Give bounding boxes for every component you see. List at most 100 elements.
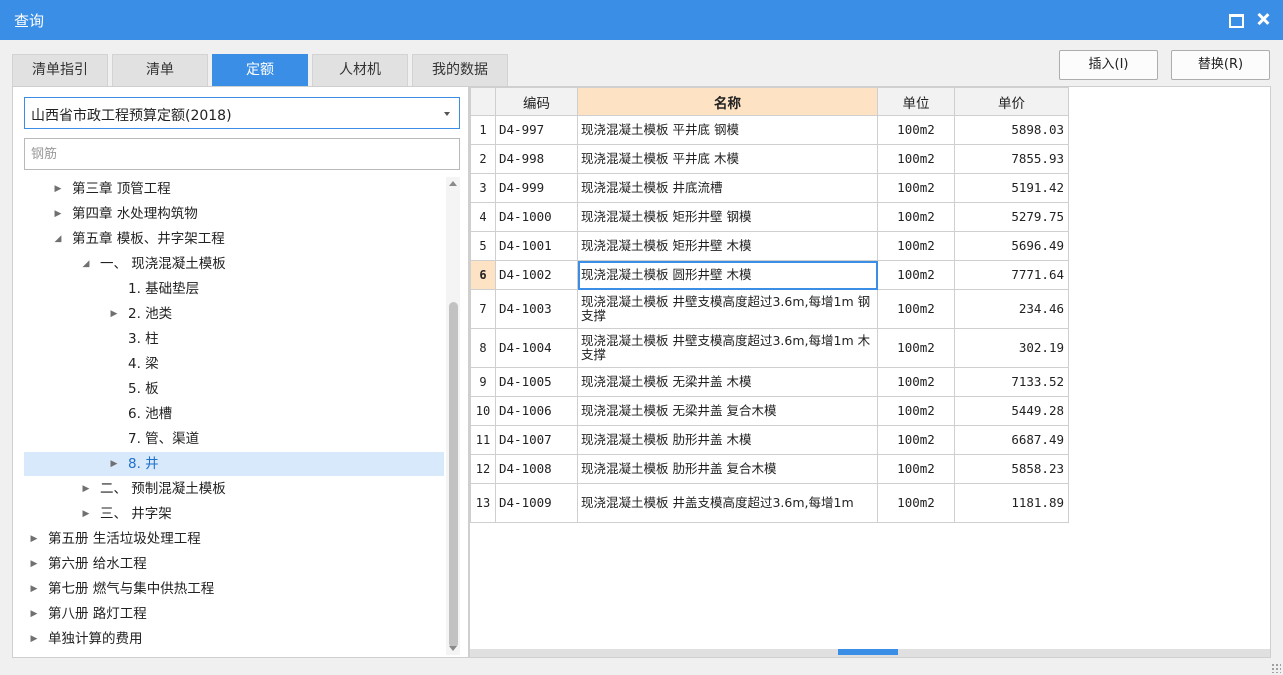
tree-collapsed-icon[interactable]: ▶ (28, 627, 40, 651)
cell-code[interactable]: D4-1008 (495, 454, 578, 484)
table-row[interactable]: 1 D4-997 现浇混凝土模板 平井底 钢模 100m2 5898.03 (470, 115, 1069, 145)
cell-name[interactable]: 现浇混凝土模板 平井底 钢模 (577, 115, 878, 145)
column-header-name[interactable]: 名称 (577, 87, 878, 116)
cell-price[interactable]: 5449.28 (954, 396, 1069, 426)
row-index[interactable]: 9 (470, 367, 496, 397)
horizontal-scrollbar[interactable] (470, 649, 1270, 657)
tree-collapsed-icon[interactable]: ▶ (80, 477, 92, 501)
cell-price[interactable]: 5279.75 (954, 202, 1069, 232)
table-row[interactable]: 5 D4-1001 现浇混凝土模板 矩形井壁 木模 100m2 5696.49 (470, 231, 1069, 261)
cell-unit[interactable]: 100m2 (877, 202, 955, 232)
row-index[interactable]: 13 (470, 483, 496, 523)
cell-unit[interactable]: 100m2 (877, 328, 955, 368)
row-index[interactable]: 1 (470, 115, 496, 145)
cell-unit[interactable]: 100m2 (877, 260, 955, 290)
tree-collapsed-icon[interactable]: ▶ (80, 502, 92, 526)
cell-price[interactable]: 5191.42 (954, 173, 1069, 203)
tree-collapsed-icon[interactable]: ▶ (52, 202, 64, 226)
cell-unit[interactable]: 100m2 (877, 289, 955, 329)
tree-node[interactable]: ◢ 第五章 模板、井字架工程 (24, 227, 444, 251)
cell-name[interactable]: 现浇混凝土模板 圆形井壁 木模 (577, 260, 878, 290)
insert-button[interactable]: 插入(I) (1059, 50, 1158, 80)
search-input[interactable] (24, 138, 460, 170)
tree-collapsed-icon[interactable]: ▶ (108, 302, 120, 326)
cell-code[interactable]: D4-1007 (495, 425, 578, 455)
column-header-unit[interactable]: 单位 (877, 87, 955, 116)
scroll-thumb[interactable] (449, 302, 458, 648)
cell-name[interactable]: 现浇混凝土模板 井壁支模高度超过3.6m,每增1m 钢支撑 (577, 289, 878, 329)
cell-name[interactable]: 现浇混凝土模板 井盖支模高度超过3.6m,每增1m (577, 483, 878, 523)
row-index[interactable]: 2 (470, 144, 496, 174)
cell-name[interactable]: 现浇混凝土模板 平井底 木模 (577, 144, 878, 174)
tab-labor-material-machine[interactable]: 人材机 (312, 54, 408, 86)
cell-unit[interactable]: 100m2 (877, 425, 955, 455)
row-index[interactable]: 10 (470, 396, 496, 426)
cell-price[interactable]: 7771.64 (954, 260, 1069, 290)
close-icon[interactable] (1254, 10, 1272, 28)
cell-code[interactable]: D4-1000 (495, 202, 578, 232)
row-index[interactable]: 8 (470, 328, 496, 368)
row-index[interactable]: 6 (470, 260, 496, 290)
tree-scrollbar[interactable] (446, 177, 460, 655)
column-header-price[interactable]: 单价 (954, 87, 1069, 116)
cell-unit[interactable]: 100m2 (877, 231, 955, 261)
table-row[interactable]: 2 D4-998 现浇混凝土模板 平井底 木模 100m2 7855.93 (470, 144, 1069, 174)
tree-node[interactable]: ▶ 8. 井 (24, 452, 444, 476)
table-row[interactable]: 6 D4-1002 现浇混凝土模板 圆形井壁 木模 100m2 7771.64 (470, 260, 1069, 290)
scroll-up-icon[interactable] (449, 181, 457, 186)
cell-code[interactable]: D4-1006 (495, 396, 578, 426)
tree-node[interactable]: ▶ 第三章 顶管工程 (24, 177, 444, 201)
tree-node[interactable]: ▶ 二、 预制混凝土模板 (24, 477, 444, 501)
tree-node[interactable]: ▶ 单独计算的费用 (24, 627, 444, 651)
cell-name[interactable]: 现浇混凝土模板 矩形井壁 木模 (577, 231, 878, 261)
tree-collapsed-icon[interactable]: ▶ (28, 552, 40, 576)
cell-code[interactable]: D4-1009 (495, 483, 578, 523)
maximize-icon[interactable] (1226, 10, 1244, 28)
tab-list-guide[interactable]: 清单指引 (12, 54, 108, 86)
row-index[interactable]: 5 (470, 231, 496, 261)
tree-node[interactable]: 3. 柱 (24, 327, 444, 351)
cell-price[interactable]: 234.46 (954, 289, 1069, 329)
table-row[interactable]: 10 D4-1006 现浇混凝土模板 无梁井盖 复合木模 100m2 5449.28 (470, 396, 1069, 426)
cell-unit[interactable]: 100m2 (877, 454, 955, 484)
cell-price[interactable]: 6687.49 (954, 425, 1069, 455)
tree-node[interactable]: ▶ 第四章 水处理构筑物 (24, 202, 444, 226)
cell-unit[interactable]: 100m2 (877, 367, 955, 397)
tree-collapsed-icon[interactable]: ▶ (108, 452, 120, 476)
cell-code[interactable]: D4-1003 (495, 289, 578, 329)
tree-node[interactable]: 5. 板 (24, 377, 444, 401)
tree-expanded-icon[interactable]: ◢ (52, 227, 64, 251)
cell-name[interactable]: 现浇混凝土模板 无梁井盖 复合木模 (577, 396, 878, 426)
cell-unit[interactable]: 100m2 (877, 173, 955, 203)
row-index[interactable]: 4 (470, 202, 496, 232)
tree-node[interactable]: ▶ 三、 井字架 (24, 502, 444, 526)
cell-code[interactable]: D4-998 (495, 144, 578, 174)
cell-name[interactable]: 现浇混凝土模板 井底流槽 (577, 173, 878, 203)
tree-node[interactable]: ▶ 第五册 生活垃圾处理工程 (24, 527, 444, 551)
cell-code[interactable]: D4-1001 (495, 231, 578, 261)
tree-node[interactable]: ▶ 2. 池类 (24, 302, 444, 326)
cell-code[interactable]: D4-997 (495, 115, 578, 145)
tree-collapsed-icon[interactable]: ▶ (28, 577, 40, 601)
tab-quota[interactable]: 定额 (212, 54, 308, 86)
cell-price[interactable]: 7855.93 (954, 144, 1069, 174)
cell-name[interactable]: 现浇混凝土模板 无梁井盖 木模 (577, 367, 878, 397)
table-row[interactable]: 9 D4-1005 现浇混凝土模板 无梁井盖 木模 100m2 7133.52 (470, 367, 1069, 397)
tree-node[interactable]: 6. 池槽 (24, 402, 444, 426)
cell-price[interactable]: 5696.49 (954, 231, 1069, 261)
table-row[interactable]: 7 D4-1003 现浇混凝土模板 井壁支模高度超过3.6m,每增1m 钢支撑 100… (470, 289, 1069, 329)
resize-grip-icon[interactable] (1271, 663, 1281, 673)
tree-collapsed-icon[interactable]: ▶ (52, 177, 64, 201)
cell-unit[interactable]: 100m2 (877, 483, 955, 523)
cell-price[interactable]: 302.19 (954, 328, 1069, 368)
cell-price[interactable]: 1181.89 (954, 483, 1069, 523)
cell-name[interactable]: 现浇混凝土模板 井壁支模高度超过3.6m,每增1m 木支撑 (577, 328, 878, 368)
table-row[interactable]: 12 D4-1008 现浇混凝土模板 肋形井盖 复合木模 100m2 5858.23 (470, 454, 1069, 484)
table-row[interactable]: 3 D4-999 现浇混凝土模板 井底流槽 100m2 5191.42 (470, 173, 1069, 203)
tree-node[interactable]: ◢ 一、 现浇混凝土模板 (24, 252, 444, 276)
row-index[interactable]: 7 (470, 289, 496, 329)
tab-my-data[interactable]: 我的数据 (412, 54, 508, 86)
cell-unit[interactable]: 100m2 (877, 144, 955, 174)
cell-code[interactable]: D4-1004 (495, 328, 578, 368)
tree-node[interactable]: 7. 管、渠道 (24, 427, 444, 451)
